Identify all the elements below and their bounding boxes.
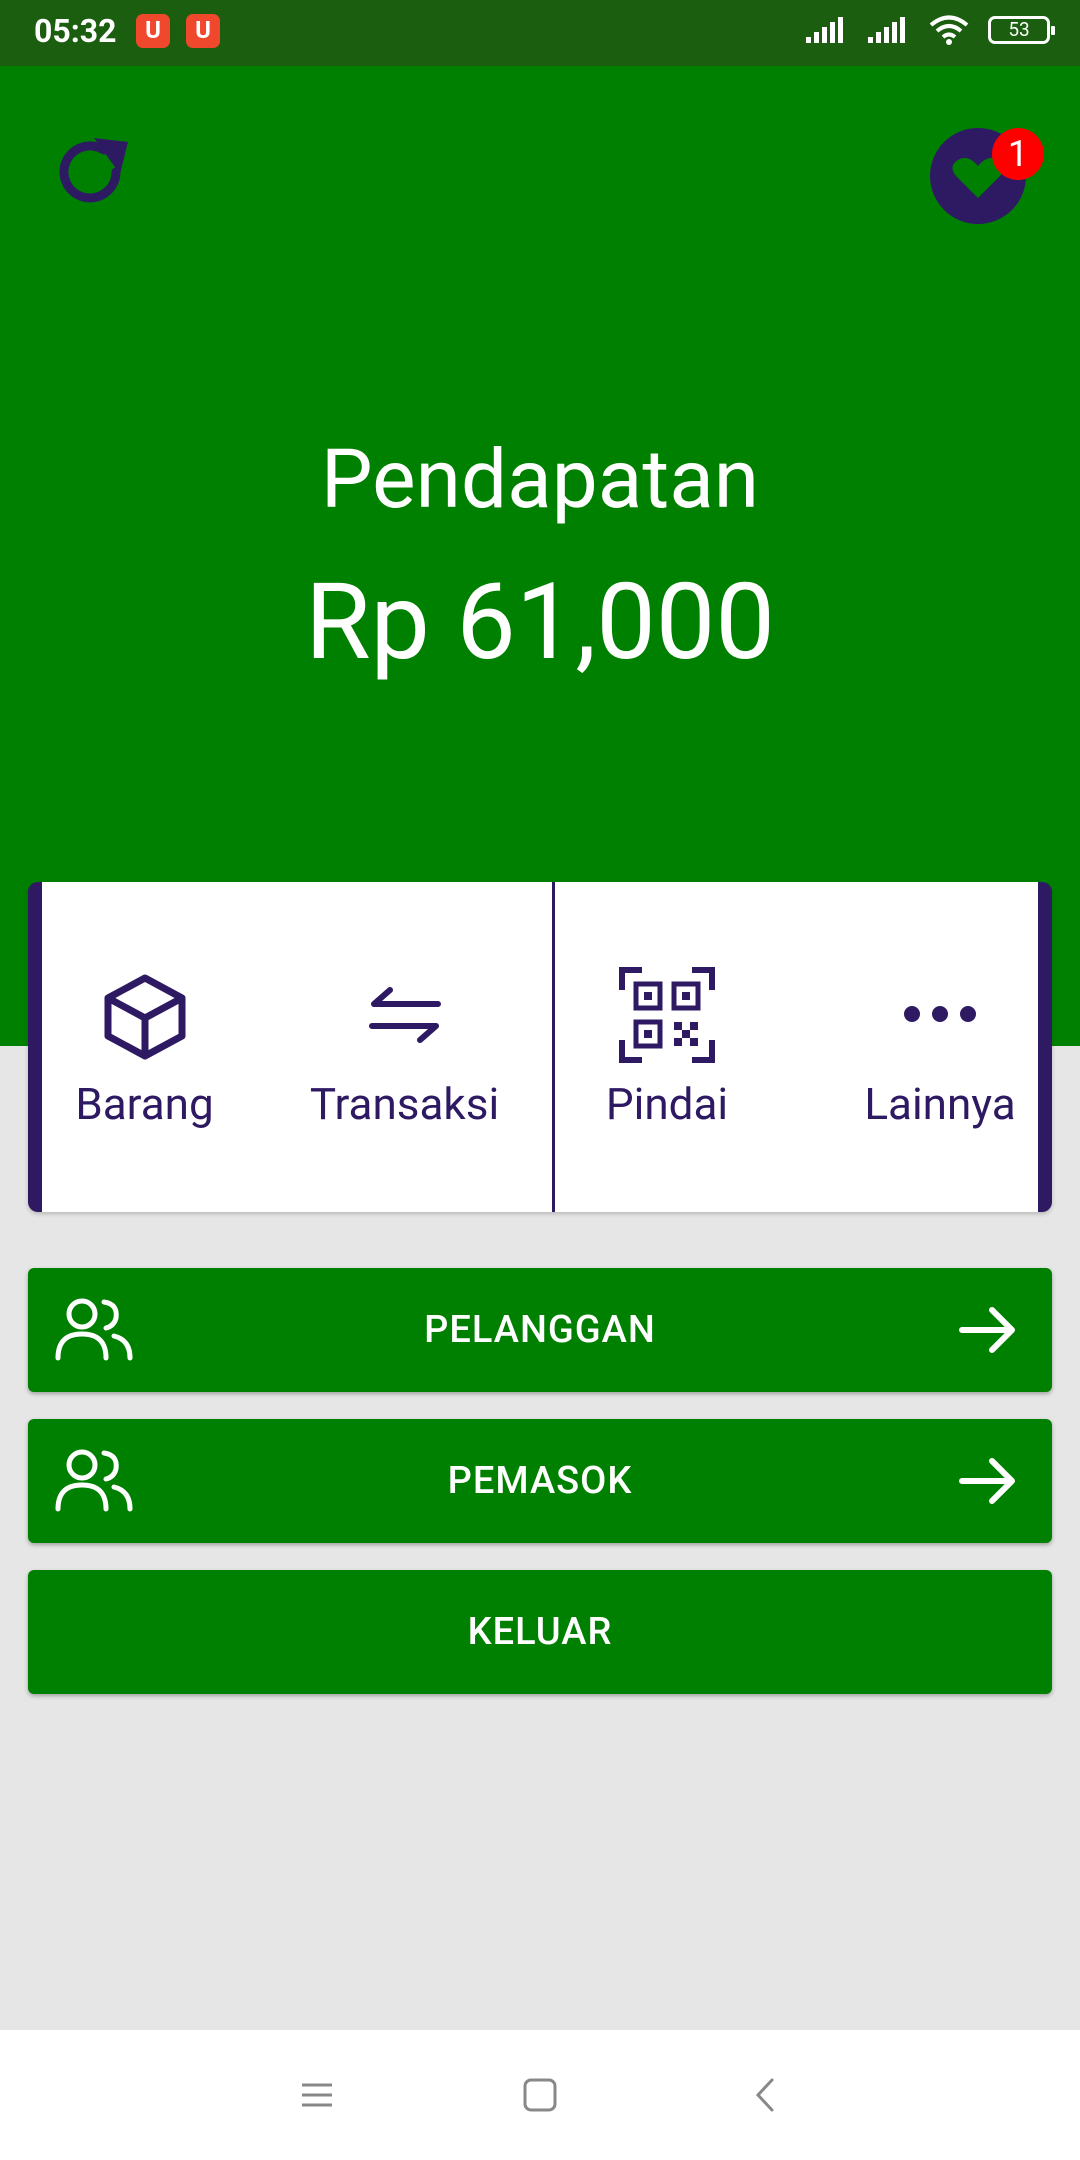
menu-item-label: Transaksi — [309, 1078, 500, 1130]
home-icon[interactable] — [515, 2070, 565, 2120]
menu-card: Barang Transaksi Pindai Lainnya — [28, 882, 1052, 1212]
arrow-right-icon — [959, 1458, 1015, 1504]
menu-divider — [552, 882, 555, 1212]
logout-button-label: KELUAR — [467, 1610, 613, 1654]
status-time: 05:32 — [34, 12, 117, 50]
status-icons: 53 — [804, 14, 1055, 46]
menu-item-label: Pindai — [605, 1078, 729, 1130]
wifi-icon — [929, 15, 969, 45]
menu-icon[interactable] — [292, 2070, 342, 2120]
suppliers-button[interactable]: PEMASOK — [28, 1419, 1052, 1543]
menu-item-label: Barang — [75, 1078, 214, 1130]
menu-item-pindai[interactable]: Pindai — [572, 882, 762, 1212]
logout-button[interactable]: KELUAR — [28, 1570, 1052, 1694]
signal-icon — [806, 17, 843, 43]
customers-button[interactable]: PELANGGAN — [28, 1268, 1052, 1392]
app-notification-icon: U — [136, 14, 170, 48]
income-label: Pendapatan — [320, 432, 760, 528]
menu-item-label: Lainnya — [864, 1078, 1016, 1130]
menu-item-transaksi[interactable]: Transaksi — [302, 882, 507, 1212]
suppliers-button-label: PEMASOK — [447, 1459, 633, 1503]
income-value: Rp 61,000 — [305, 560, 775, 684]
app-notification-icon: U — [186, 14, 220, 48]
customers-button-label: PELANGGAN — [424, 1308, 656, 1352]
qr-code-icon — [619, 967, 715, 1063]
box-icon — [104, 974, 185, 1060]
notification-badge: 1 — [992, 128, 1044, 180]
menu-item-barang[interactable]: Barang — [42, 882, 247, 1212]
transfer-icon — [368, 987, 441, 1043]
arrow-right-icon — [959, 1307, 1015, 1353]
menu-item-lainnya[interactable]: Lainnya — [842, 882, 1038, 1212]
status-bar: 05:32 U U 53 — [0, 0, 1080, 66]
system-nav-bar — [0, 2030, 1080, 2160]
more-icon — [904, 1006, 976, 1022]
signal-icon — [868, 17, 905, 43]
battery-icon: 53 — [988, 16, 1055, 44]
back-icon[interactable] — [742, 2070, 792, 2120]
refresh-icon[interactable] — [50, 130, 134, 214]
